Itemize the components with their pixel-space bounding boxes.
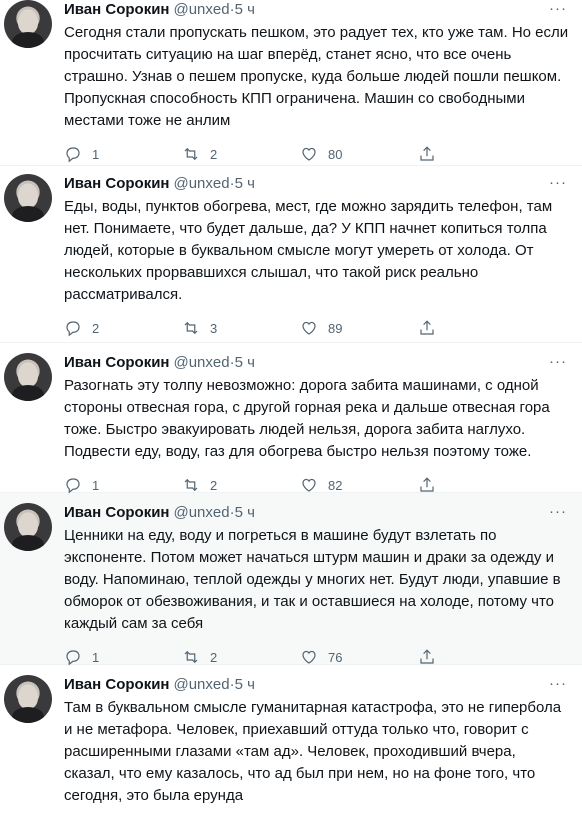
retweet-button[interactable]: 2 [182, 648, 300, 666]
author-handle[interactable]: @unxed [173, 503, 229, 523]
tweet-body: Иван Сорокин @unxed · 5 ч Еды, воды, пун… [64, 174, 570, 342]
tweet-text: Там в буквальном смысле гуманитарная кат… [64, 697, 570, 807]
tweet-body: Иван Сорокин @unxed · 5 ч Там в буквальн… [64, 675, 570, 814]
reply-icon [64, 476, 82, 494]
more-options-icon[interactable]: ··· [548, 353, 568, 373]
more-options-icon[interactable]: ··· [548, 174, 568, 194]
timestamp[interactable]: 5 ч [235, 0, 255, 20]
author-name[interactable]: Иван Сорокин [64, 353, 169, 373]
reply-count: 2 [92, 321, 99, 336]
tweet-text: Еды, воды, пунктов обогрева, мест, где м… [64, 196, 570, 306]
author-name[interactable]: Иван Сорокин [64, 0, 169, 20]
tweet-actions: 1 2 76 [64, 647, 570, 667]
tweet-body: Иван Сорокин @unxed · 5 ч Сегодня стали … [64, 0, 570, 165]
heart-icon [300, 145, 318, 163]
like-count: 82 [328, 478, 342, 493]
reply-button[interactable]: 1 [64, 648, 182, 666]
retweet-count: 2 [210, 650, 217, 665]
avatar[interactable] [4, 174, 52, 222]
avatar[interactable] [4, 675, 52, 723]
share-icon [418, 145, 436, 163]
tweet-header: Иван Сорокин @unxed · 5 ч [64, 353, 570, 373]
retweet-button[interactable]: 2 [182, 145, 300, 163]
author-handle[interactable]: @unxed [173, 353, 229, 373]
like-button[interactable]: 76 [300, 648, 418, 666]
timestamp[interactable]: 5 ч [235, 675, 255, 695]
author-handle[interactable]: @unxed [173, 174, 229, 194]
avatar[interactable] [4, 0, 52, 48]
avatar[interactable] [4, 353, 52, 401]
tweet-header: Иван Сорокин @unxed · 5 ч [64, 675, 570, 695]
retweet-icon [182, 145, 200, 163]
reply-button[interactable]: 1 [64, 476, 182, 494]
timestamp[interactable]: 5 ч [235, 174, 255, 194]
reply-count: 1 [92, 147, 99, 162]
more-options-icon[interactable]: ··· [548, 675, 568, 695]
share-icon [418, 648, 436, 666]
share-icon [418, 319, 436, 337]
more-options-icon[interactable]: ··· [548, 0, 568, 20]
like-button[interactable]: 80 [300, 145, 418, 163]
tweet-body: Иван Сорокин @unxed · 5 ч Ценники на еду… [64, 503, 570, 664]
tweet-actions: 2 3 89 [64, 318, 570, 338]
retweet-icon [182, 476, 200, 494]
author-handle[interactable]: @unxed [173, 0, 229, 20]
like-button[interactable]: 82 [300, 476, 418, 494]
retweet-icon [182, 648, 200, 666]
timestamp[interactable]: 5 ч [235, 503, 255, 523]
tweet[interactable]: Иван Сорокин @unxed · 5 ч Там в буквальн… [0, 665, 582, 814]
tweet-text: Разогнать эту толпу невозможно: дорога з… [64, 375, 570, 463]
reply-count: 1 [92, 478, 99, 493]
like-count: 89 [328, 321, 342, 336]
reply-icon [64, 145, 82, 163]
retweet-button[interactable]: 2 [182, 476, 300, 494]
reply-icon [64, 648, 82, 666]
like-button[interactable]: 89 [300, 319, 418, 337]
tweet-text: Сегодня стали пропускать пешком, это рад… [64, 22, 570, 132]
share-icon [418, 476, 436, 494]
retweet-count: 3 [210, 321, 217, 336]
share-button[interactable] [418, 476, 446, 494]
share-button[interactable] [418, 648, 446, 666]
reply-icon [64, 319, 82, 337]
tweet-actions: 1 2 80 [64, 144, 570, 164]
tweet-header: Иван Сорокин @unxed · 5 ч [64, 0, 570, 20]
author-name[interactable]: Иван Сорокин [64, 675, 169, 695]
author-handle[interactable]: @unxed [173, 675, 229, 695]
reply-count: 1 [92, 650, 99, 665]
tweet-header: Иван Сорокин @unxed · 5 ч [64, 174, 570, 194]
heart-icon [300, 476, 318, 494]
heart-icon [300, 648, 318, 666]
tweet-actions: 1 2 82 [64, 475, 570, 495]
tweet-body: Иван Сорокин @unxed · 5 ч Разогнать эту … [64, 353, 570, 492]
tweet-text: Ценники на еду, воду и погреться в машин… [64, 525, 570, 635]
retweet-count: 2 [210, 478, 217, 493]
share-button[interactable] [418, 319, 446, 337]
timestamp[interactable]: 5 ч [235, 353, 255, 373]
author-name[interactable]: Иван Сорокин [64, 503, 169, 523]
more-options-icon[interactable]: ··· [548, 503, 568, 523]
like-count: 80 [328, 147, 342, 162]
author-name[interactable]: Иван Сорокин [64, 174, 169, 194]
retweet-icon [182, 319, 200, 337]
heart-icon [300, 319, 318, 337]
tweet[interactable]: Иван Сорокин @unxed · 5 ч Ценники на еду… [0, 493, 582, 665]
share-button[interactable] [418, 145, 446, 163]
tweet[interactable]: Иван Сорокин @unxed · 5 ч Еды, воды, пун… [0, 166, 582, 343]
tweet[interactable]: Иван Сорокин @unxed · 5 ч Разогнать эту … [0, 343, 582, 493]
tweet-header: Иван Сорокин @unxed · 5 ч [64, 503, 570, 523]
retweet-count: 2 [210, 147, 217, 162]
like-count: 76 [328, 650, 342, 665]
tweet[interactable]: Иван Сорокин @unxed · 5 ч Сегодня стали … [0, 0, 582, 166]
avatar[interactable] [4, 503, 52, 551]
retweet-button[interactable]: 3 [182, 319, 300, 337]
reply-button[interactable]: 1 [64, 145, 182, 163]
reply-button[interactable]: 2 [64, 319, 182, 337]
